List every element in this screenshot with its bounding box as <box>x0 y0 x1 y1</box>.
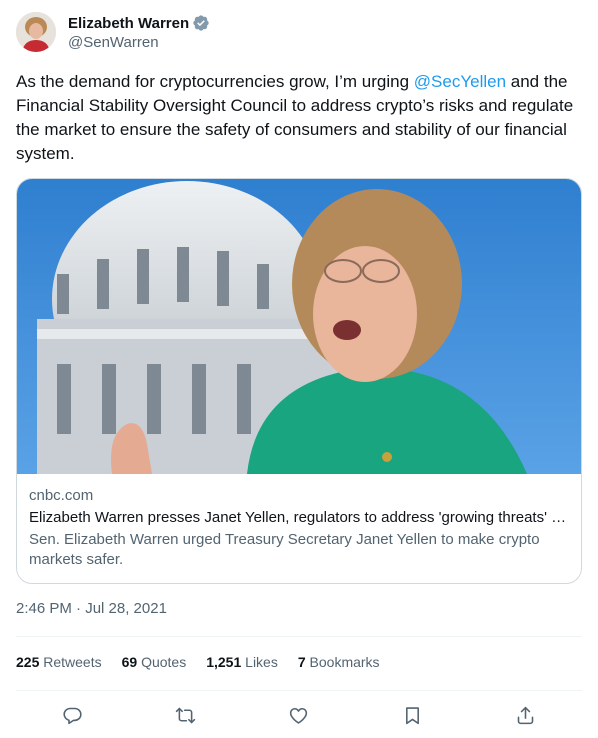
stat-label: Retweets <box>43 654 102 670</box>
stat-label: Likes <box>245 654 278 670</box>
card-description: Sen. Elizabeth Warren urged Treasury Sec… <box>29 531 540 568</box>
divider <box>16 636 582 637</box>
engagement-stats: 225 Retweets 69 Quotes 1,251 Likes 7 Boo… <box>16 654 400 670</box>
bookmark-button[interactable] <box>395 700 429 730</box>
action-bar <box>16 700 582 730</box>
link-preview-card[interactable]: cnbc.com Elizabeth Warren presses Janet … <box>16 178 582 584</box>
stat-label: Quotes <box>141 654 187 670</box>
stat-quotes[interactable]: 69 Quotes <box>122 654 187 670</box>
card-domain: cnbc.com <box>29 487 94 504</box>
avatar[interactable] <box>16 12 56 52</box>
stat-bookmarks[interactable]: 7 Bookmarks <box>298 654 380 670</box>
share-icon <box>517 706 534 724</box>
like-icon <box>290 707 308 724</box>
like-button[interactable] <box>282 700 316 730</box>
stat-count: 225 <box>16 654 40 670</box>
tweet-timestamp[interactable]: 2:46 PM · Jul 28, 2021 <box>16 600 167 617</box>
card-title: Elizabeth Warren presses Janet Yellen, r… <box>29 509 569 526</box>
author-handle[interactable]: @SenWarren <box>68 34 210 51</box>
stat-count: 1,251 <box>206 654 242 670</box>
bookmark-icon <box>405 706 419 724</box>
stat-retweets[interactable]: 225 Retweets <box>16 654 102 670</box>
reply-button[interactable] <box>56 700 90 730</box>
verified-badge-icon <box>192 14 210 32</box>
stat-label: Bookmarks <box>309 654 380 670</box>
mention-link[interactable]: @SecYellen <box>414 72 506 91</box>
stat-count: 7 <box>297 654 306 670</box>
reply-icon <box>63 707 82 724</box>
retweet-button[interactable] <box>169 700 203 730</box>
share-button[interactable] <box>508 700 542 730</box>
tweet-text: As the demand for cryptocurrencies grow,… <box>16 70 582 166</box>
author-display-name[interactable]: Elizabeth Warren <box>68 15 189 32</box>
divider <box>16 690 582 691</box>
stat-count: 69 <box>121 654 138 670</box>
tweet-header: Elizabeth Warren @SenWarren <box>16 12 210 52</box>
card-image <box>17 179 581 474</box>
stat-likes[interactable]: 1,251 Likes <box>206 654 278 670</box>
tweet-text-part: As the demand for cryptocurrencies grow,… <box>16 72 414 91</box>
retweet-icon <box>176 707 196 723</box>
